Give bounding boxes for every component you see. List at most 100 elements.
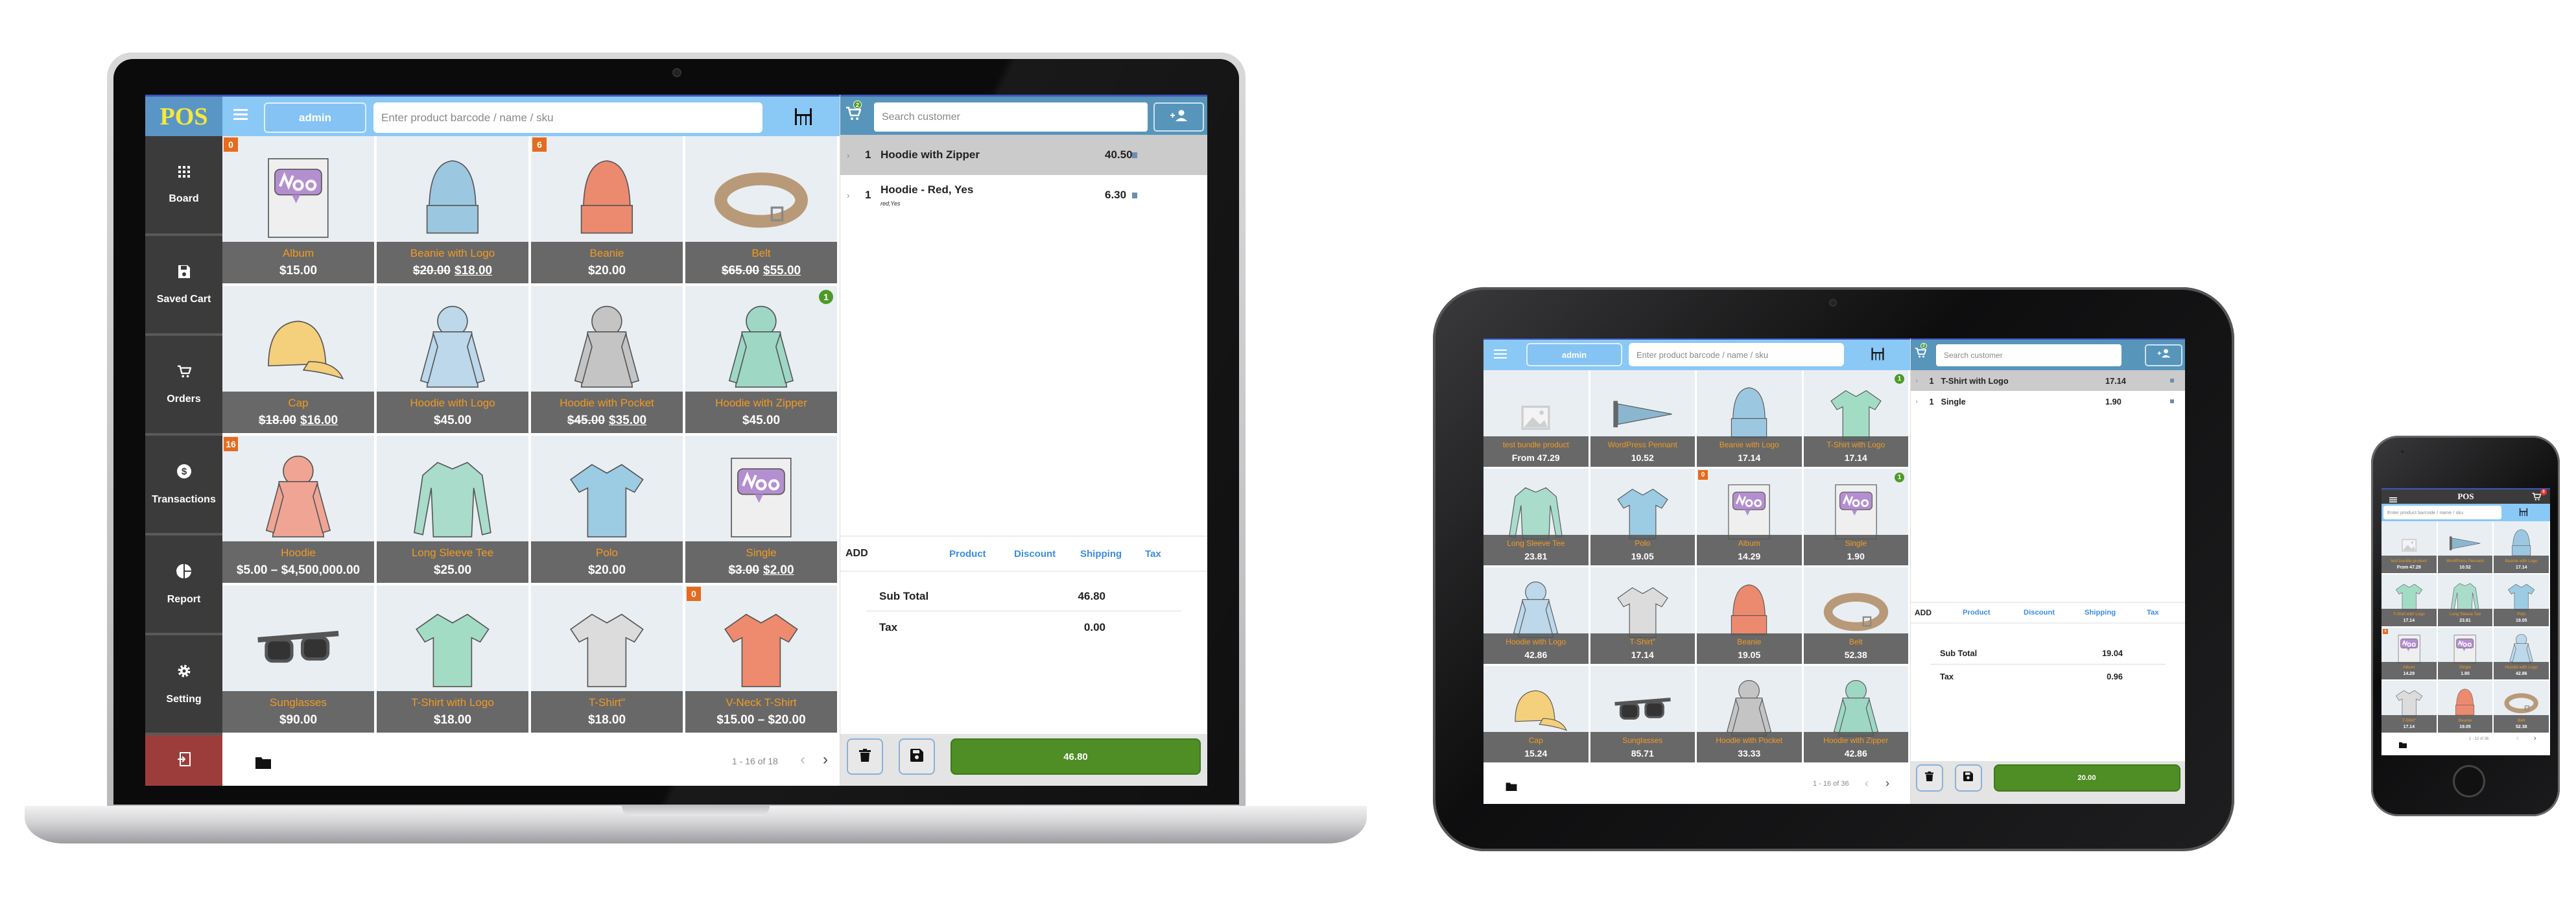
product-tile[interactable]: test bundle product From 47.29 (1483, 370, 1589, 467)
product-tile[interactable]: Album $15.00 0 (222, 136, 374, 283)
product-tile[interactable]: Hoodie with Logo $45.00 (377, 286, 528, 433)
product-tile[interactable]: T-Shirt with Logo 17.14 (2381, 574, 2437, 626)
clear-cart-button[interactable] (847, 738, 883, 775)
cart-line-item[interactable]: › 1 Hoodie with Zipper 40.50 (840, 135, 1207, 175)
user-button[interactable]: admin (264, 102, 366, 133)
product-tile[interactable]: Hoodie with Logo 42.86 (1483, 567, 1589, 664)
cart-line-item[interactable]: › 1 Single 1.90 (1911, 391, 2185, 412)
add-shipping-link[interactable]: Shipping (2085, 609, 2116, 617)
product-tile[interactable]: Polo 19.05 (1590, 469, 1695, 565)
add-tax-link[interactable]: Tax (2147, 609, 2159, 617)
product-tile[interactable]: T-Shirt" 17.14 (2381, 681, 2437, 733)
remove-item-icon[interactable] (1132, 152, 1137, 158)
sidebar-item-setting[interactable]: Setting (145, 635, 222, 735)
next-page-button[interactable]: › (2534, 735, 2536, 742)
remove-item-icon[interactable] (2170, 399, 2174, 404)
home-button[interactable] (2453, 765, 2485, 797)
product-tile[interactable]: Single $3.00 $2.00 (685, 436, 837, 583)
product-tile[interactable]: Hoodie with Zipper 42.86 (1803, 666, 1908, 762)
prev-page-button[interactable]: ‹ (2516, 735, 2519, 742)
sidebar-item-saved-cart[interactable]: Saved Cart (145, 236, 222, 336)
hamburger-icon[interactable] (1494, 349, 1507, 362)
next-page-button[interactable]: › (1885, 777, 1889, 790)
product-tile[interactable]: Beanie $20.00 6 (531, 136, 683, 283)
product-tile[interactable]: Hoodie with Pocket 33.33 (1697, 666, 1802, 762)
product-tile[interactable]: Polo $20.00 (531, 436, 683, 583)
remove-item-icon[interactable] (1132, 192, 1137, 198)
product-tile[interactable]: Belt $65.00 $55.00 (685, 136, 837, 283)
product-tile[interactable]: Single 1.90 (2437, 628, 2493, 679)
add-discount-link[interactable]: Discount (1014, 548, 1056, 560)
product-tile[interactable]: T-Shirt" $18.00 (531, 585, 683, 733)
expand-chevron-icon[interactable]: › (1916, 377, 1918, 384)
add-customer-button[interactable] (1153, 102, 1204, 132)
add-shipping-link[interactable]: Shipping (1080, 548, 1122, 560)
product-search-input[interactable]: Enter product barcode / name / sku (1629, 343, 1844, 366)
product-tile[interactable]: Album 14.29 0 (1697, 469, 1802, 565)
product-tile[interactable]: Belt 52.38 (2494, 681, 2549, 733)
next-page-button[interactable]: › (823, 751, 828, 769)
prev-page-button[interactable]: ‹ (1865, 777, 1869, 790)
product-tile[interactable]: Beanie 19.05 (2437, 681, 2493, 733)
product-tile[interactable]: Cap $18.00 $16.00 (222, 286, 374, 433)
product-tile[interactable]: Beanie 19.05 (1697, 567, 1802, 664)
product-tile[interactable]: Beanie with Logo 17.14 (2494, 521, 2549, 573)
product-search-input[interactable]: Enter product barcode / name / sku (373, 102, 762, 133)
product-tile[interactable]: V-Neck T-Shirt $15.00 – $20.00 0 (685, 585, 837, 733)
cart-icon[interactable] (2532, 492, 2542, 504)
product-tile[interactable]: Hoodie with Logo 42.86 (2494, 628, 2549, 679)
product-tile[interactable]: Sunglasses $90.00 (222, 585, 374, 733)
cart-icon[interactable] (1915, 347, 1927, 362)
cart-line-item[interactable]: › 1 Hoodie - Red, Yes red,Yes 6.30 (840, 175, 1207, 215)
product-tile[interactable]: Belt 52.38 (1803, 567, 1908, 664)
product-tile[interactable]: Hoodie with Pocket $45.00 $35.00 (531, 286, 683, 433)
pay-button[interactable]: 20.00 (1993, 764, 2180, 792)
customer-search-input[interactable]: Search customer (874, 102, 1148, 132)
table-icon[interactable] (1870, 347, 1885, 364)
product-tile[interactable]: Polo 19.05 (2494, 574, 2549, 626)
folder-icon[interactable] (1506, 782, 1517, 794)
cart-line-item[interactable]: › 1 T-Shirt with Logo 17.14 (1911, 370, 2185, 391)
clear-cart-button[interactable] (1915, 764, 1943, 792)
add-product-link[interactable]: Product (949, 548, 986, 560)
product-tile[interactable]: Beanie with Logo 17.14 (1697, 370, 1802, 467)
product-tile[interactable]: Hoodie with Zipper $45.00 1 (685, 286, 837, 433)
product-tile[interactable]: T-Shirt with Logo 17.14 1 (1803, 370, 1908, 467)
add-customer-button[interactable] (2144, 344, 2183, 366)
add-product-link[interactable]: Product (1963, 609, 1991, 617)
add-tax-link[interactable]: Tax (1145, 548, 1161, 560)
customer-search-input[interactable]: Search customer (1936, 344, 2121, 366)
prev-page-button[interactable]: ‹ (800, 751, 805, 769)
folder-icon[interactable] (2398, 740, 2407, 751)
product-tile[interactable]: T-Shirt with Logo $18.00 (377, 585, 528, 733)
table-icon[interactable] (794, 107, 813, 130)
logout-button[interactable] (145, 735, 222, 786)
save-cart-button[interactable] (1954, 764, 1982, 792)
product-tile[interactable]: Long Sleeve Tee 23.81 (1483, 469, 1589, 565)
product-tile[interactable]: WordPress Pennant 10.52 (1590, 370, 1695, 467)
product-tile[interactable]: T-Shirt" 17.14 (1590, 567, 1695, 664)
sidebar-item-board[interactable]: Board (145, 136, 222, 236)
product-tile[interactable]: Hoodie $5.00 – $4,500,000.00 16 (222, 436, 374, 583)
expand-chevron-icon[interactable]: › (847, 191, 849, 200)
product-tile[interactable]: Long Sleeve Tee 23.81 (2437, 574, 2493, 626)
sidebar-item-report[interactable]: Report (145, 536, 222, 635)
product-tile[interactable]: Album 14.29 0 (2381, 628, 2437, 679)
add-discount-link[interactable]: Discount (2024, 609, 2055, 617)
sidebar-item-transactions[interactable]: $ Transactions (145, 436, 222, 536)
hamburger-icon[interactable] (233, 107, 248, 124)
save-cart-button[interactable] (899, 738, 935, 775)
product-tile[interactable]: Long Sleeve Tee $25.00 (377, 436, 528, 583)
product-tile[interactable]: Single 1.90 1 (1803, 469, 1908, 565)
table-icon[interactable] (2518, 508, 2529, 520)
product-tile[interactable]: Sunglasses 85.71 (1590, 666, 1695, 762)
expand-chevron-icon[interactable]: › (847, 150, 849, 160)
product-tile[interactable]: WordPress Pennant 10.52 (2437, 521, 2493, 573)
sidebar-item-orders[interactable]: Orders (145, 336, 222, 436)
product-tile[interactable]: Cap 15.24 (1483, 666, 1589, 762)
pay-button[interactable]: 46.80 (951, 738, 1201, 775)
remove-item-icon[interactable] (2170, 378, 2174, 383)
product-tile[interactable]: Beanie with Logo $20.00 $18.00 (377, 136, 528, 283)
user-button[interactable]: admin (1526, 343, 1622, 366)
folder-icon[interactable] (255, 756, 271, 772)
